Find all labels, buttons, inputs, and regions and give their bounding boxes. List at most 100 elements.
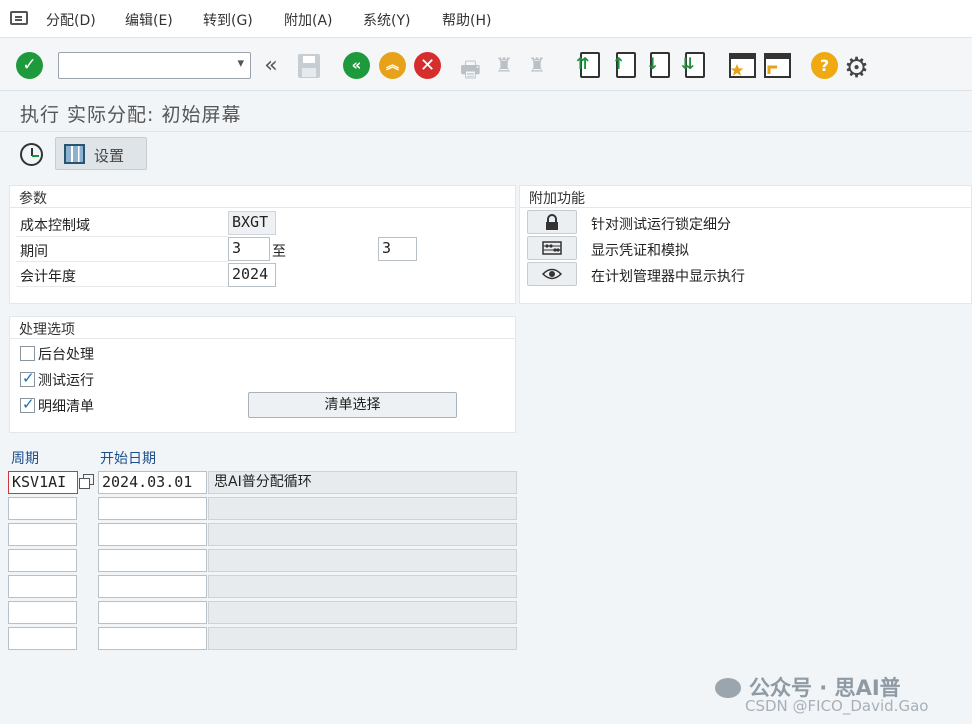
menu-system[interactable]: 系统(Y) (363, 10, 410, 30)
menu-help[interactable]: 帮助(H) (442, 10, 491, 30)
find-next-icon[interactable]: ♜ (528, 53, 546, 77)
check-icon: ✓ (16, 52, 43, 79)
page-title: 执行 实际分配: 初始屏幕 (20, 104, 242, 126)
menu-edit[interactable]: 编辑(E) (125, 10, 173, 30)
cycle-description-cell (208, 549, 517, 572)
abacus-icon (542, 241, 562, 255)
start-date-column-header: 开始日期 (100, 451, 156, 467)
start-date-cell[interactable] (98, 523, 207, 546)
chevron-down-icon[interactable]: ▾ (237, 56, 244, 71)
background-processing-checkbox[interactable] (20, 346, 35, 361)
help-button[interactable]: ? (811, 52, 838, 79)
command-field[interactable]: ▾ (58, 52, 251, 79)
test-run-label: 测试运行 (38, 373, 94, 389)
detail-list-label: 明细清单 (38, 399, 94, 415)
lock-split-label: 针对测试运行锁定细分 (591, 217, 731, 233)
menu-goto[interactable]: 转到(G) (203, 10, 253, 30)
cycle-cell[interactable]: KSV1AI (8, 471, 78, 494)
start-date-cell[interactable] (98, 627, 207, 650)
cancel-icon: ✕ (414, 52, 441, 79)
cycle-cell[interactable] (8, 549, 77, 572)
settings-label: 设置 (94, 147, 125, 165)
settings-gear-icon[interactable]: ⚙ (844, 51, 869, 84)
first-page-button[interactable]: ⇈ (576, 52, 600, 78)
cycle-cell[interactable] (8, 627, 77, 650)
test-run-checkbox[interactable] (20, 369, 35, 387)
show-document-label: 显示凭证和模拟 (591, 243, 689, 259)
lock-icon (546, 213, 558, 230)
cycle-cell[interactable] (8, 575, 77, 598)
execute-background-icon[interactable] (20, 143, 43, 166)
find-icon[interactable]: ♜ (495, 53, 513, 77)
last-page-button[interactable]: ⇊ (681, 52, 705, 78)
help-icon: ? (811, 52, 838, 79)
controlling-area-field: BXGT (228, 211, 276, 235)
cycle-column-header: 周期 (11, 451, 39, 467)
start-date-cell[interactable] (98, 497, 207, 520)
show-in-scheduler-button[interactable] (527, 262, 577, 286)
shortcut-button[interactable] (764, 52, 791, 79)
show-in-scheduler-label: 在计划管理器中显示执行 (591, 269, 745, 285)
lock-split-button[interactable] (527, 210, 577, 234)
start-date-cell[interactable] (98, 549, 207, 572)
menu-allocation[interactable]: 分配(D) (46, 10, 96, 30)
cycle-description-cell (208, 601, 517, 624)
cycle-description-cell (208, 523, 517, 546)
start-date-cell[interactable] (98, 601, 207, 624)
last-page-icon: ⇊ (681, 52, 705, 78)
prev-page-icon: ↑ (612, 52, 636, 78)
processing-options-title: 处理选项 (10, 317, 515, 339)
save-icon (297, 53, 320, 78)
start-date-cell[interactable]: 2024.03.01 (98, 471, 207, 494)
cycle-cell[interactable] (8, 601, 77, 624)
collapse-icon[interactable]: « (258, 52, 284, 79)
controlling-area-label: 成本控制域 (20, 218, 90, 234)
wechat-icon (715, 678, 741, 698)
eye-icon (542, 268, 562, 280)
create-session-button[interactable] (729, 52, 756, 79)
exit-button[interactable]: ︽ (379, 52, 406, 79)
next-page-button[interactable]: ↓ (646, 52, 670, 78)
parameters-title: 参数 (10, 186, 515, 208)
start-date-cell[interactable] (98, 575, 207, 598)
extras-group: 附加功能 (519, 185, 972, 304)
extras-title: 附加功能 (520, 186, 971, 208)
cycle-description-cell: 思AI普分配循环 (208, 471, 517, 494)
settings-button[interactable]: 设置 (55, 137, 147, 170)
cycle-description-cell (208, 575, 517, 598)
show-document-button[interactable] (527, 236, 577, 260)
detail-list-checkbox[interactable] (20, 395, 35, 413)
period-to-field[interactable]: 3 (378, 237, 417, 261)
cycle-description-cell (208, 627, 517, 650)
sap-menu-icon[interactable] (10, 11, 28, 25)
menu-extras[interactable]: 附加(A) (284, 10, 333, 30)
cancel-button[interactable]: ✕ (414, 52, 441, 79)
value-help-icon[interactable] (79, 474, 94, 489)
save-button[interactable] (296, 52, 321, 79)
up-icon: ︽ (379, 52, 406, 79)
fiscal-year-field[interactable]: 2024 (228, 263, 276, 287)
next-page-icon: ↓ (646, 52, 670, 78)
print-icon[interactable]: 🖶 (460, 53, 481, 91)
cycle-description-cell (208, 497, 517, 520)
first-page-icon: ⇈ (576, 52, 600, 78)
fiscal-year-label: 会计年度 (20, 269, 76, 285)
row-divider (16, 286, 228, 287)
standard-toolbar: ✓ ▾ « « ︽ ✕ 🖶 ♜ ♜ ⇈ ↑ ↓ ⇊ ? ⚙ (0, 39, 972, 91)
back-icon: « (343, 52, 370, 79)
list-selection-button[interactable]: 清单选择 (248, 392, 457, 418)
background-processing-label: 后台处理 (38, 347, 94, 363)
back-button[interactable]: « (343, 52, 370, 79)
prev-page-button[interactable]: ↑ (612, 52, 636, 78)
new-window-icon (729, 53, 756, 78)
menu-bar: 分配(D) 编辑(E) 转到(G) 附加(A) 系统(Y) 帮助(H) (0, 0, 972, 38)
csdn-watermark: CSDN @FICO_David.Gao (745, 697, 929, 715)
cycle-cell[interactable] (8, 523, 77, 546)
row-divider (16, 236, 228, 237)
cycle-cell[interactable] (8, 497, 77, 520)
table-settings-icon (64, 144, 85, 164)
row-divider (16, 261, 228, 262)
enter-button[interactable]: ✓ (16, 52, 43, 79)
period-from-field[interactable]: 3 (228, 237, 270, 261)
title-bar: 执行 实际分配: 初始屏幕 (0, 92, 972, 132)
